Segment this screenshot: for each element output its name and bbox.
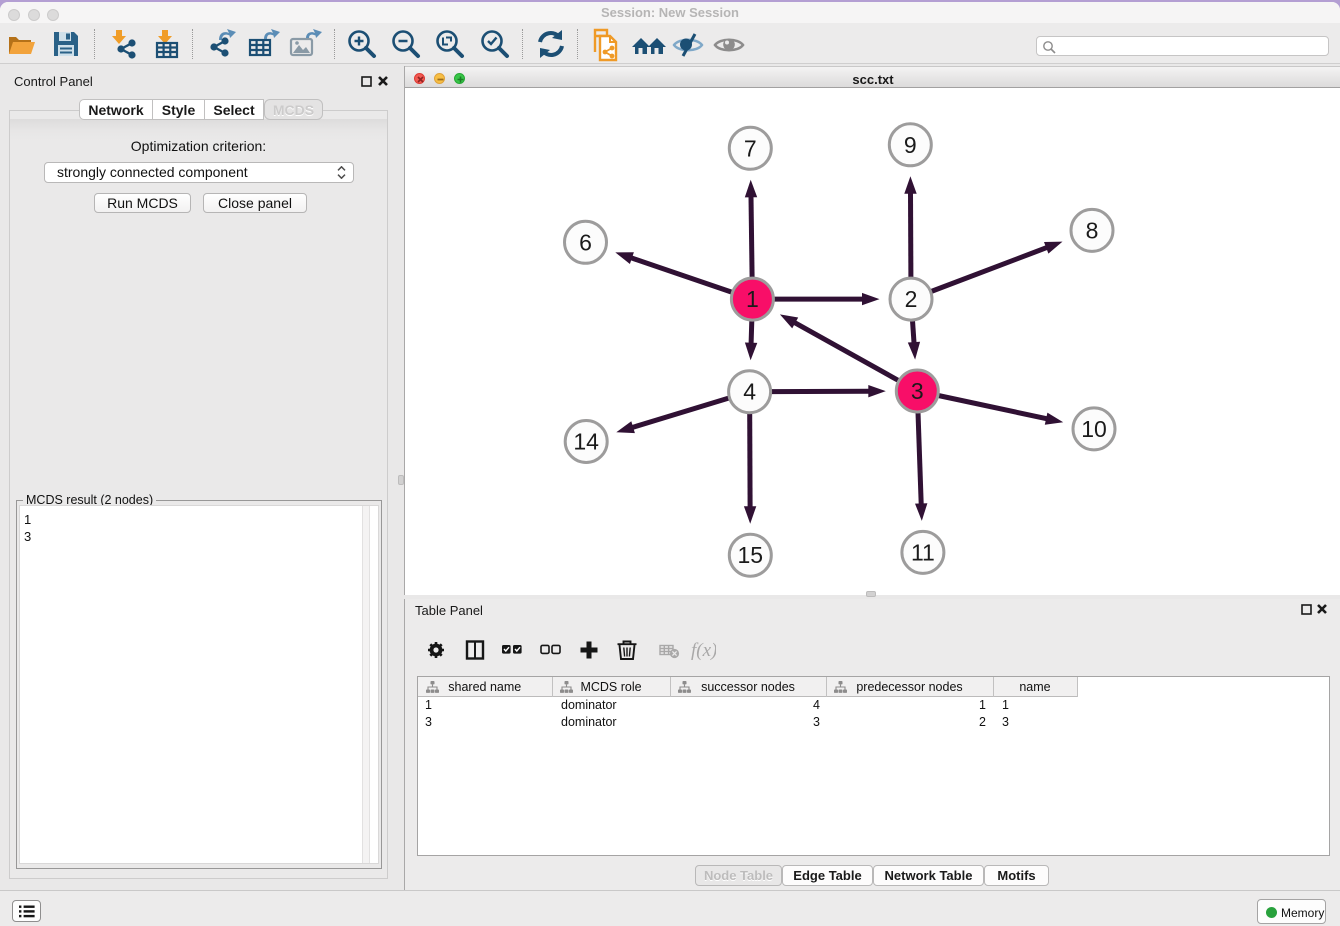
svg-text:11: 11 xyxy=(911,539,935,565)
svg-text:2: 2 xyxy=(905,286,918,312)
svg-text:9: 9 xyxy=(904,132,917,158)
svg-text:4: 4 xyxy=(743,379,756,405)
svg-text:6: 6 xyxy=(579,229,592,255)
svg-text:14: 14 xyxy=(573,429,599,455)
svg-text:7: 7 xyxy=(744,135,757,161)
svg-text:3: 3 xyxy=(911,378,924,404)
svg-text:1: 1 xyxy=(746,286,759,312)
svg-text:15: 15 xyxy=(738,542,764,568)
svg-text:8: 8 xyxy=(1086,217,1099,243)
svg-text:10: 10 xyxy=(1081,416,1107,442)
svg-text:f(x): f(x) xyxy=(691,640,716,661)
